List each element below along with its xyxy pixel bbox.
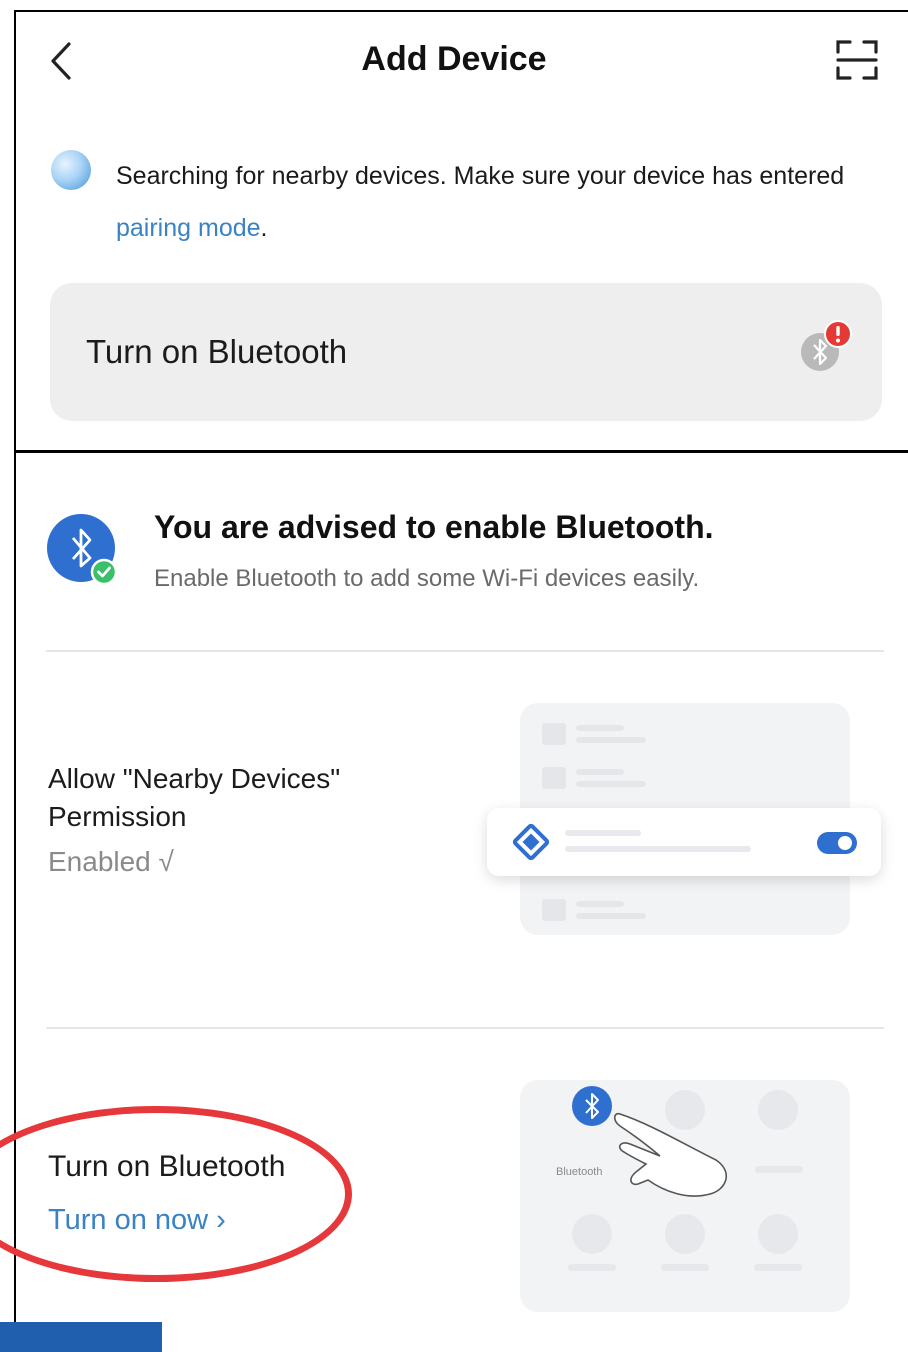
scan-button[interactable]	[836, 40, 878, 80]
page-title: Add Device	[361, 40, 547, 78]
bluetooth-illustration: Bluetooth	[520, 1080, 850, 1312]
divider	[46, 1027, 884, 1029]
search-status-text: Searching for nearby devices. Make sure …	[116, 150, 856, 254]
bluetooth-warning-icon	[800, 320, 854, 374]
scan-icon	[836, 40, 878, 80]
popup-line	[565, 846, 751, 852]
nearby-devices-icon	[512, 823, 550, 861]
advice-subtitle: Enable Bluetooth to add some Wi-Fi devic…	[154, 565, 700, 592]
bluetooth-enabled-icon	[46, 513, 120, 587]
popup-line	[565, 830, 641, 836]
toggle-switch-illustration	[817, 832, 857, 854]
permission-status: Enabled √	[48, 846, 174, 877]
permission-popup-illustration	[487, 808, 881, 876]
illustration-bluetooth-label: Bluetooth	[556, 1166, 603, 1178]
bluetooth-card-label: Turn on Bluetooth	[86, 333, 348, 370]
permission-title: Allow "Nearby Devices" Permission	[48, 763, 341, 832]
searching-spinner-icon	[51, 150, 91, 190]
page-badge	[0, 1322, 162, 1352]
search-status-prefix: Searching for nearby devices. Make sure …	[116, 162, 845, 190]
advice-title: You are advised to enable Bluetooth.	[154, 509, 714, 545]
pairing-mode-link[interactable]: pairing mode	[116, 214, 261, 242]
divider	[46, 650, 884, 652]
search-status-suffix: .	[260, 214, 268, 242]
